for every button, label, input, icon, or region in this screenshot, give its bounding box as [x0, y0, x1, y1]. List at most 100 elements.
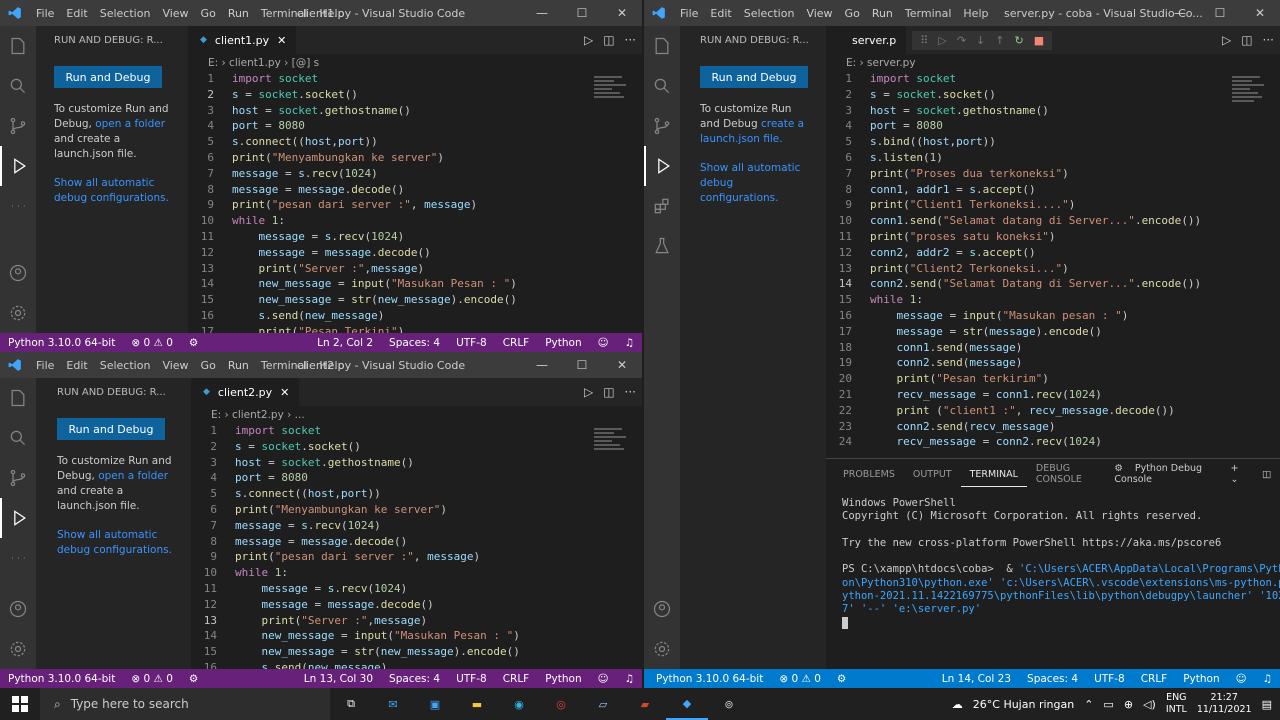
run-file-icon[interactable]: ▷ [584, 385, 593, 399]
code-line[interactable]: 22 print ("client1 :", recv_message.deco… [826, 404, 1280, 420]
language-mode[interactable]: Python [1175, 673, 1227, 685]
code-line[interactable]: 15 new_message = str(new_message).encode… [191, 645, 642, 661]
open-folder-link[interactable]: open a folder [95, 118, 165, 130]
feedback-icon[interactable]: ☺ [590, 337, 617, 349]
run-debug-icon[interactable] [644, 146, 680, 186]
code-line[interactable]: 3 host = socket.gethostname() [191, 456, 642, 472]
account-icon[interactable] [0, 253, 36, 293]
menu-terminal[interactable]: Terminal [255, 359, 314, 372]
network-icon[interactable]: ⊕ [1124, 698, 1133, 711]
show-all-debug-configurations-link[interactable]: Show all automatic debug configurations. [54, 177, 169, 204]
menu-terminal[interactable]: Terminal [255, 7, 314, 20]
problems-count[interactable]: ⊗ 0 ⚠ 0 [771, 673, 829, 685]
step-over-icon[interactable]: ↷ [957, 34, 966, 47]
menu-go[interactable]: Go [195, 7, 222, 20]
python-interpreter[interactable]: Python 3.10.0 64-bit [0, 673, 123, 685]
code-line[interactable]: 10 while 1: [191, 566, 642, 582]
cursor-position[interactable]: Ln 14, Col 23 [934, 673, 1019, 685]
code-view[interactable]: 1 import socket 2 s = socket.socket() 3 host … [188, 72, 642, 341]
minimize-icon[interactable]: — [522, 0, 562, 26]
continue-icon[interactable]: ▷ [938, 34, 946, 47]
menu-selection[interactable]: Selection [738, 7, 801, 20]
weather-text[interactable]: 26°C Hujan ringan [973, 698, 1074, 711]
cursor-position[interactable]: Ln 13, Col 30 [296, 673, 381, 685]
tab-terminal[interactable]: TERMINAL [960, 462, 1027, 487]
code-line[interactable]: 14 new_message = input("Masukan Pesan : … [188, 277, 642, 293]
run-debug-icon[interactable] [0, 498, 36, 538]
code-line[interactable]: 11 message = s.recv(1024) [188, 230, 642, 246]
search-icon[interactable] [0, 66, 36, 106]
source-control-icon[interactable] [0, 458, 36, 498]
explorer-icon[interactable] [0, 378, 36, 418]
code-line[interactable]: 4 port = 8080 [188, 119, 642, 135]
source-control-icon[interactable] [644, 106, 680, 146]
code-line[interactable]: 23 conn2.send(recv_message) [826, 420, 1280, 436]
python-interpreter[interactable]: Python 3.10.0 64-bit [0, 337, 123, 349]
testing-flask-icon[interactable] [644, 226, 680, 266]
code-view[interactable]: 1 import socket 2 s = socket.socket() 3 host … [826, 72, 1280, 451]
menu-edit[interactable]: Edit [704, 7, 737, 20]
account-icon[interactable] [644, 589, 680, 629]
mail-icon[interactable]: ✉ [372, 688, 414, 720]
tab-close-icon[interactable]: ✕ [277, 34, 286, 47]
explorer-icon[interactable] [0, 26, 36, 66]
code-line[interactable]: 14 new_message = input("Masukan Pesan : … [191, 629, 642, 645]
code-line[interactable]: 9 print("Client1 Terkoneksi....") [826, 198, 1280, 214]
run-and-debug-button[interactable]: Run and Debug [57, 418, 165, 440]
code-line[interactable]: 1 import socket [188, 72, 642, 88]
menu-file[interactable]: File [30, 7, 60, 20]
menu-go[interactable]: Go [195, 359, 222, 372]
split-terminal-icon[interactable]: ◫ [1253, 469, 1280, 480]
code-line[interactable]: 7 message = s.recv(1024) [191, 519, 642, 535]
restart-icon[interactable]: ↻ [1014, 34, 1023, 47]
taskbar-search[interactable]: ⌕ Type here to search [40, 688, 330, 720]
menu-edit[interactable]: Edit [60, 7, 93, 20]
step-into-icon[interactable]: ↓ [976, 34, 985, 47]
notifications-icon[interactable]: ▤ [1262, 698, 1272, 711]
drag-handle-icon[interactable]: ⠿ [920, 34, 928, 47]
code-line[interactable]: 16 s.send(new_message) [188, 309, 642, 325]
store-icon[interactable]: ▣ [414, 688, 456, 720]
terminal-selector[interactable]: ⚙ Python Debug Console [1104, 463, 1221, 485]
menu-help[interactable]: Help [313, 7, 350, 20]
code-line[interactable]: 9 print("pesan dari server :", message) [191, 550, 642, 566]
encoding[interactable]: UTF-8 [1086, 673, 1133, 685]
settings-gear-icon[interactable] [0, 293, 36, 333]
notifications-bell-icon[interactable]: ♫ [1255, 673, 1280, 685]
cursor-position[interactable]: Ln 2, Col 2 [309, 337, 381, 349]
close-icon[interactable]: ✕ [602, 352, 642, 378]
debug-icon[interactable]: ⚙ [181, 337, 206, 349]
code-line[interactable]: 5 s.connect((host,port)) [188, 135, 642, 151]
run-and-debug-button[interactable]: Run and Debug [700, 66, 808, 88]
account-icon[interactable] [0, 589, 36, 629]
open-folder-link[interactable]: open a folder [98, 470, 168, 482]
settings-gear-icon[interactable] [0, 629, 36, 669]
code-line[interactable]: 8 message = message.decode() [188, 183, 642, 199]
line-ending[interactable]: CRLF [1133, 673, 1176, 685]
language-indicator[interactable]: ENG INTL [1166, 692, 1187, 716]
minimap[interactable] [594, 426, 634, 466]
windows-start-icon[interactable] [0, 688, 40, 720]
more-actions-icon[interactable]: ··· [625, 33, 636, 47]
indentation[interactable]: Spaces: 4 [381, 673, 448, 685]
maximize-icon[interactable]: ☐ [562, 352, 602, 378]
show-all-debug-configurations-link[interactable]: Show all automatic debug configurations. [700, 162, 800, 204]
problems-count[interactable]: ⊗ 0 ⚠ 0 [123, 673, 181, 685]
indentation[interactable]: Spaces: 4 [381, 337, 448, 349]
tab-problems[interactable]: PROBLEMS [834, 469, 904, 480]
file-explorer-icon[interactable]: ▬ [456, 688, 498, 720]
powerpoint-icon[interactable]: ▰ [624, 688, 666, 720]
breadcrumb[interactable]: E: › client2.py › ... [191, 406, 642, 424]
problems-count[interactable]: ⊗ 0 ⚠ 0 [123, 337, 181, 349]
menu-help[interactable]: Help [957, 7, 994, 20]
indentation[interactable]: Spaces: 4 [1019, 673, 1086, 685]
code-line[interactable]: 24 recv_message = conn2.recv(1024) [826, 435, 1280, 451]
feedback-icon[interactable]: ☺ [1228, 673, 1255, 685]
code-line[interactable]: 17 message = str(message).encode() [826, 325, 1280, 341]
menu-file[interactable]: File [674, 7, 704, 20]
clock[interactable]: 21:27 11/11/2021 [1197, 692, 1252, 716]
terminal-output[interactable]: Windows PowerShell Copyright (C) Microsof… [826, 489, 1280, 630]
menu-selection[interactable]: Selection [94, 7, 157, 20]
code-line[interactable]: 4 port = 8080 [191, 471, 642, 487]
code-line[interactable]: 2 s = socket.socket() [826, 88, 1280, 104]
